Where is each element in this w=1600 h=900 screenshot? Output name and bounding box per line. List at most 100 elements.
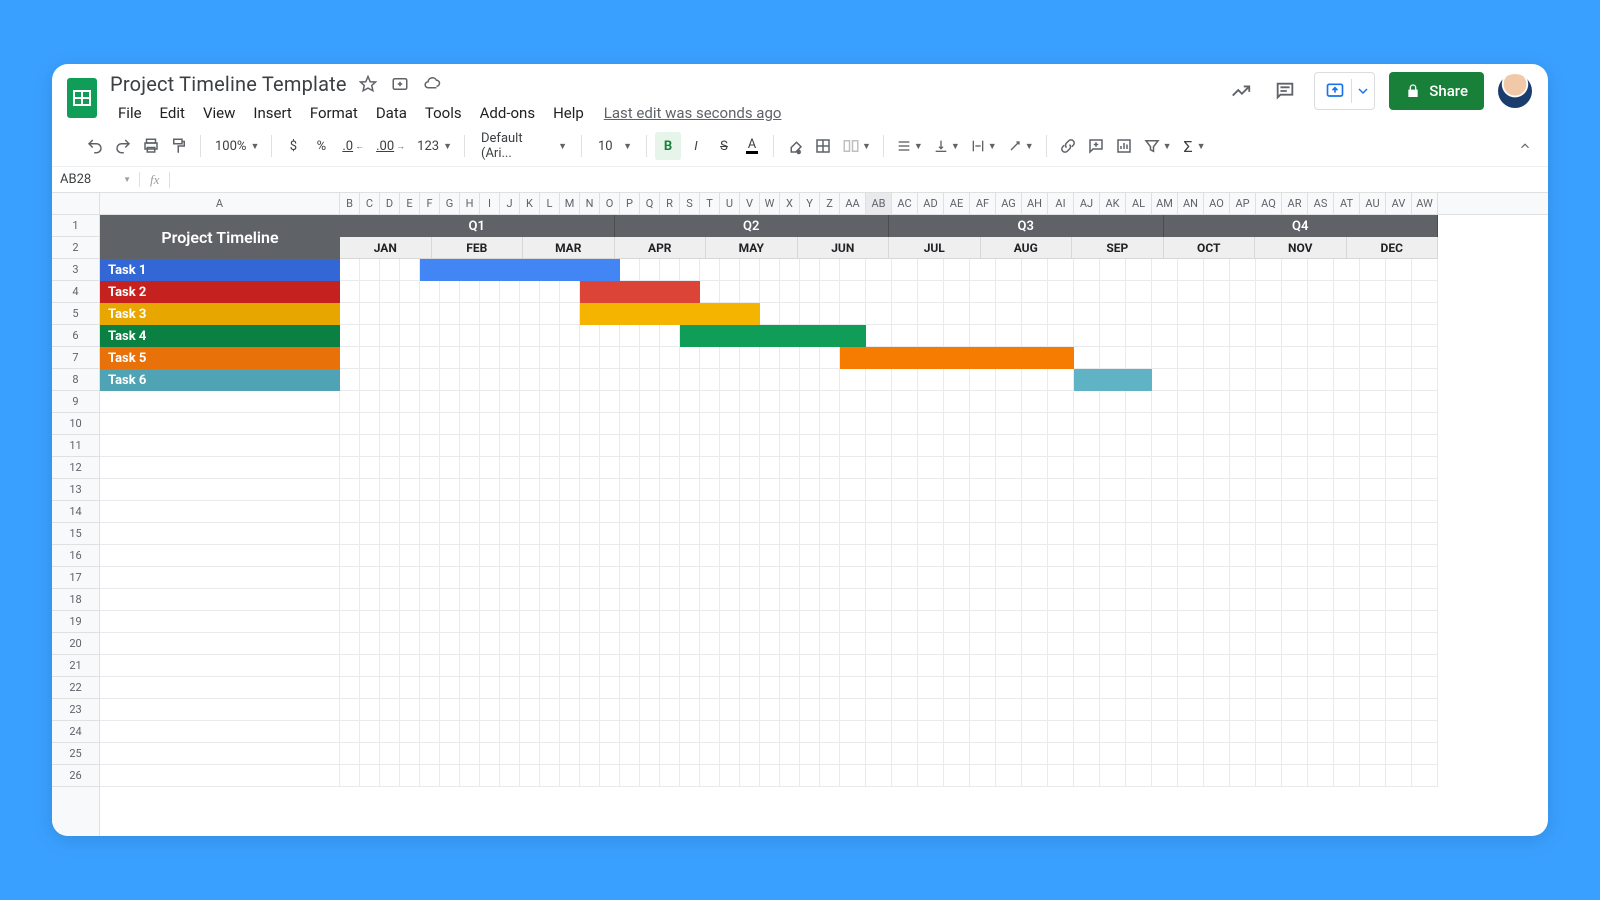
v-align-button[interactable]: ▼ [929,132,964,160]
col-header[interactable]: S [680,193,700,214]
format-currency-button[interactable]: $ [280,132,306,160]
col-header[interactable]: C [360,193,380,214]
strikethrough-button[interactable]: S [711,132,737,160]
row-header[interactable]: 15 [52,523,99,545]
col-header[interactable]: L [540,193,560,214]
row-header[interactable]: 6 [52,325,99,347]
menu-insert[interactable]: Insert [245,100,299,126]
col-header[interactable]: M [560,193,580,214]
row-header[interactable]: 8 [52,369,99,391]
col-header[interactable]: AW [1412,193,1438,214]
col-header[interactable]: W [760,193,780,214]
col-header[interactable]: V [740,193,760,214]
row-header[interactable]: 1 [52,215,99,237]
row-header[interactable]: 24 [52,721,99,743]
row-header[interactable]: 3 [52,259,99,281]
col-header[interactable]: P [620,193,640,214]
row-header[interactable]: 4 [52,281,99,303]
col-header[interactable]: Y [800,193,820,214]
insert-link-button[interactable] [1055,132,1081,160]
italic-button[interactable]: I [683,132,709,160]
font-select[interactable]: Default (Ari...▼ [473,132,573,160]
col-header[interactable]: AK [1100,193,1126,214]
col-header[interactable]: AF [970,193,996,214]
col-header[interactable]: AJ [1074,193,1100,214]
col-header[interactable]: AO [1204,193,1230,214]
row-header[interactable]: 12 [52,457,99,479]
menu-add-ons[interactable]: Add-ons [472,100,543,126]
decrease-decimal-button[interactable]: .0← [336,132,368,160]
doc-title[interactable]: Project Timeline Template [110,72,347,96]
row-header[interactable]: 7 [52,347,99,369]
menu-tools[interactable]: Tools [417,100,470,126]
row-header[interactable]: 23 [52,699,99,721]
account-avatar[interactable] [1498,74,1532,108]
col-header[interactable]: AH [1022,193,1048,214]
h-align-button[interactable]: ▼ [892,132,927,160]
paint-format-button[interactable] [166,132,192,160]
row-header[interactable]: 13 [52,479,99,501]
col-header[interactable]: AT [1334,193,1360,214]
col-header[interactable]: B [340,193,360,214]
zoom-select[interactable]: 100%▼ [209,132,263,160]
activity-icon[interactable] [1226,76,1256,106]
undo-button[interactable] [82,132,108,160]
menu-format[interactable]: Format [302,100,366,126]
row-header[interactable]: 19 [52,611,99,633]
text-rotation-button[interactable]: ▼ [1003,132,1038,160]
functions-button[interactable]: Σ▼ [1178,132,1210,160]
row-header[interactable]: 18 [52,589,99,611]
col-header[interactable]: AA [840,193,866,214]
col-header[interactable]: Z [820,193,840,214]
star-icon[interactable] [357,73,379,95]
col-header[interactable]: A [100,193,340,214]
row-header[interactable]: 11 [52,435,99,457]
row-header[interactable]: 16 [52,545,99,567]
fill-color-button[interactable] [782,132,808,160]
col-header[interactable]: AN [1178,193,1204,214]
print-button[interactable] [138,132,164,160]
col-header[interactable]: J [500,193,520,214]
col-header[interactable]: AC [892,193,918,214]
col-header[interactable]: Q [640,193,660,214]
share-button[interactable]: Share [1389,72,1484,110]
col-header[interactable]: AB [866,193,892,214]
more-formats-button[interactable]: 123▼ [411,132,456,160]
font-size-select[interactable]: 10▼ [590,132,638,160]
col-header[interactable]: AG [996,193,1022,214]
sheets-icon[interactable] [62,72,102,124]
menu-data[interactable]: Data [368,100,415,126]
increase-decimal-button[interactable]: .00→ [370,132,409,160]
col-header[interactable]: H [460,193,480,214]
select-all-corner[interactable] [52,193,99,215]
row-header[interactable]: 25 [52,743,99,765]
format-percent-button[interactable]: % [308,132,334,160]
merge-cells-button[interactable]: ▼ [838,132,875,160]
col-header[interactable]: G [440,193,460,214]
present-button[interactable] [1314,72,1375,110]
col-header[interactable]: AM [1152,193,1178,214]
col-header[interactable]: AP [1230,193,1256,214]
col-header[interactable]: AR [1282,193,1308,214]
col-header[interactable]: X [780,193,800,214]
col-header[interactable]: E [400,193,420,214]
col-header[interactable]: K [520,193,540,214]
col-header[interactable]: I [480,193,500,214]
toolbar-expand-button[interactable] [1512,132,1538,160]
move-icon[interactable] [389,73,411,95]
col-header[interactable]: AD [918,193,944,214]
col-header[interactable]: AL [1126,193,1152,214]
text-wrap-button[interactable]: ▼ [966,132,1001,160]
menu-edit[interactable]: Edit [152,100,193,126]
row-header[interactable]: 10 [52,413,99,435]
col-header[interactable]: F [420,193,440,214]
col-header[interactable]: AU [1360,193,1386,214]
col-header[interactable]: U [720,193,740,214]
spreadsheet-grid[interactable]: 1234567891011121314151617181920212223242… [52,193,1548,836]
col-header[interactable]: O [600,193,620,214]
row-header[interactable]: 22 [52,677,99,699]
cloud-status-icon[interactable] [421,73,443,95]
row-header[interactable]: 14 [52,501,99,523]
text-color-button[interactable]: A [739,132,765,160]
borders-button[interactable] [810,132,836,160]
